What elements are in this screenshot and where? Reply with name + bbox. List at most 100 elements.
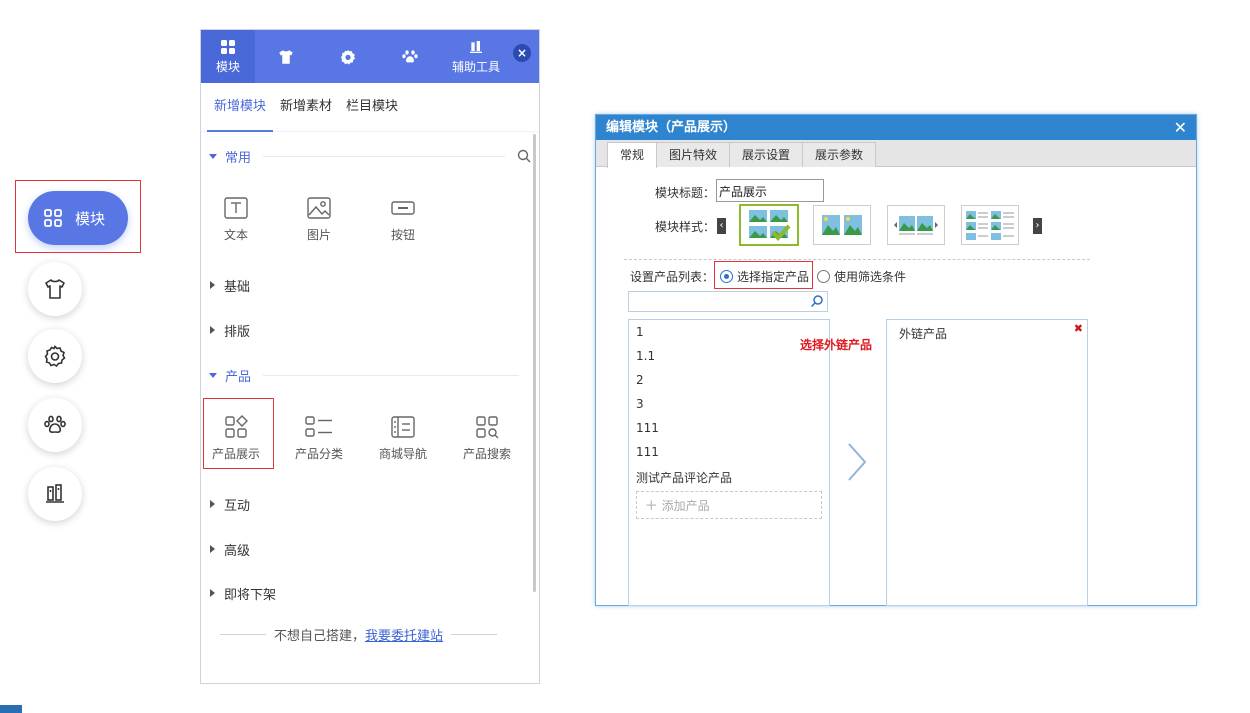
list-item[interactable]: 测试产品评论产品 <box>636 469 732 486</box>
module-item-text[interactable]: 文本 <box>201 196 271 243</box>
style-option-grid[interactable] <box>739 204 799 246</box>
style-option-list[interactable] <box>961 205 1019 245</box>
close-icon[interactable]: × <box>513 44 531 62</box>
search-icon[interactable] <box>810 294 824 308</box>
module-title-input[interactable]: 产品展示 <box>716 179 824 202</box>
section-layout[interactable]: 排版 <box>201 320 531 340</box>
radio-select-specific[interactable]: 选择指定产品 <box>720 268 809 285</box>
radio-use-filter-label: 使用筛选条件 <box>834 270 907 284</box>
paw-icon <box>402 49 418 62</box>
tab-image-effects[interactable]: 图片特效 <box>656 142 731 167</box>
module-item-button-label: 按钮 <box>390 228 415 242</box>
module-item-product-search[interactable]: 产品搜索 <box>452 415 522 462</box>
scrollbar[interactable] <box>533 134 536 592</box>
product-search-input[interactable] <box>628 291 828 312</box>
add-product-button[interactable]: + 添加产品 <box>636 491 822 519</box>
module-item-product-category[interactable]: 产品分类 <box>284 415 354 462</box>
product-list-label: 设置产品列表： <box>630 270 715 284</box>
chevron-right-icon[interactable] <box>846 441 868 483</box>
section-interactive[interactable]: 互动 <box>201 494 531 514</box>
section-layout-title: 排版 <box>224 324 251 340</box>
external-product-list[interactable]: 外链产品 ✖ <box>886 319 1088 606</box>
list-item[interactable]: 1.1 <box>636 349 655 363</box>
section-basic-title: 基础 <box>224 279 251 295</box>
caret-right-icon <box>210 545 215 553</box>
grid-icon <box>221 39 235 54</box>
section-advanced-title: 高级 <box>224 543 251 559</box>
list-item[interactable]: 111 <box>636 421 659 435</box>
gear-icon <box>44 345 66 368</box>
module-item-button[interactable]: 按钮 <box>368 196 438 243</box>
tab-display-settings[interactable]: 展示设置 <box>729 142 804 167</box>
remove-icon[interactable]: ✖ <box>1074 322 1083 335</box>
module-item-mall-nav[interactable]: 商城导航 <box>368 415 438 462</box>
subtab-new-module[interactable]: 新增模块 <box>207 83 274 132</box>
radio-use-filter[interactable]: 使用筛选条件 <box>817 268 906 285</box>
edit-module-dialog: 编辑模块（产品展示） ✕ 常规 图片特效 展示设置 展示参数 模块标题： 产品展… <box>595 114 1197 606</box>
footer-text-group: 不想自己搭建，我要委托建站 <box>274 625 443 644</box>
divider <box>263 374 519 376</box>
caret-right-icon <box>210 500 215 508</box>
divider <box>263 155 505 157</box>
list-item[interactable]: 1 <box>636 325 644 339</box>
section-advanced[interactable]: 高级 <box>201 539 531 559</box>
tab-general[interactable]: 常规 <box>607 142 658 168</box>
tab-module[interactable]: 模块 <box>201 30 255 83</box>
module-item-product-category-label: 产品分类 <box>294 447 343 461</box>
radio-checked-icon <box>720 270 733 283</box>
style-option-carousel[interactable] <box>887 205 945 245</box>
section-product-header[interactable]: 产品 <box>201 365 531 385</box>
section-basic-header: 基础 <box>201 275 531 295</box>
section-basic[interactable]: 基础 <box>201 275 531 295</box>
style-next-icon[interactable]: › <box>1033 218 1042 234</box>
module-item-mall-nav-label: 商城导航 <box>378 447 427 461</box>
module-panel: 模块 辅助工具 × 新增模块 新增素材 栏目模块 常用 文本 图片 按钮 基础 … <box>200 29 540 684</box>
section-deprecated[interactable]: 即将下架 <box>201 583 531 603</box>
subtab-column-module[interactable]: 栏目模块 <box>339 83 405 131</box>
tab-module-label: 模块 <box>215 59 240 74</box>
list-item[interactable]: 2 <box>636 373 644 387</box>
radio-unchecked-icon <box>817 270 830 283</box>
module-item-image[interactable]: 图片 <box>284 196 354 243</box>
caret-right-icon <box>210 589 215 597</box>
section-interactive-title: 互动 <box>224 498 251 514</box>
footer-text: 不想自己搭建， <box>274 629 366 644</box>
list-item[interactable]: 111 <box>636 445 659 459</box>
style-option-row[interactable] <box>813 205 871 245</box>
highlight-frame <box>203 398 274 469</box>
tab-display-params[interactable]: 展示参数 <box>802 142 877 167</box>
caret-down-icon <box>209 372 217 378</box>
divider <box>451 634 498 635</box>
theme-button[interactable] <box>28 262 82 316</box>
module-button[interactable]: 模块 <box>28 191 128 245</box>
section-advanced-header: 高级 <box>201 539 531 559</box>
style-list-thumbnail-icon <box>966 211 1014 240</box>
list-item[interactable]: 3 <box>636 397 644 411</box>
dialog-title: 编辑模块（产品展示） <box>606 120 737 135</box>
tab-settings[interactable] <box>317 30 379 83</box>
subtab-new-material[interactable]: 新增素材 <box>273 83 339 131</box>
tools-icon <box>470 40 482 53</box>
product-list[interactable]: 1 1.1 2 3 111 111 测试产品评论产品 + 添加产品 <box>628 319 830 606</box>
tab-tools[interactable]: 辅助工具 <box>441 30 511 83</box>
settings-button[interactable] <box>28 329 82 383</box>
panel-footer: 不想自己搭建，我要委托建站 <box>220 625 515 644</box>
mall-nav-icon <box>391 416 415 438</box>
tshirt-icon <box>279 49 293 64</box>
pet-button[interactable] <box>28 398 82 452</box>
style-prev-icon[interactable]: ‹ <box>717 218 726 234</box>
tools-button[interactable] <box>28 467 82 521</box>
tab-pet[interactable] <box>379 30 441 83</box>
delegate-build-link[interactable]: 我要委托建站 <box>365 629 443 644</box>
search-icon[interactable] <box>517 149 531 163</box>
product-search-icon <box>476 416 499 439</box>
section-common-header[interactable]: 常用 <box>201 146 531 166</box>
text-icon <box>224 197 248 219</box>
module-style-label: 模块样式： <box>655 220 716 234</box>
close-icon[interactable]: ✕ <box>1174 115 1187 140</box>
section-layout-header: 排版 <box>201 320 531 340</box>
style-carousel-thumbnail-icon <box>894 216 938 235</box>
tab-theme[interactable] <box>255 30 317 83</box>
external-product-title: 外链产品 <box>899 327 948 341</box>
radio-select-specific-label: 选择指定产品 <box>737 270 810 284</box>
